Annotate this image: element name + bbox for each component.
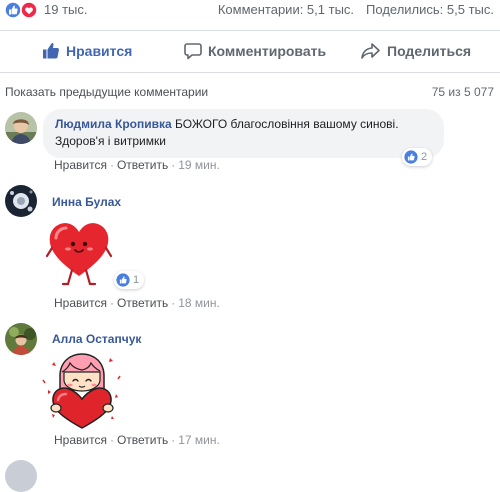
- like-label: Нравится: [66, 43, 133, 59]
- post-stats: Комментарии: 5,1 тыс. Поделились: 5,5 тыс…: [218, 2, 494, 17]
- divider: [0, 72, 500, 73]
- thumbs-up-icon: [43, 43, 59, 59]
- comment-like-link[interactable]: Нравится: [54, 296, 107, 310]
- share-label: Поделиться: [387, 43, 472, 59]
- reaction-icons[interactable]: [4, 1, 44, 19]
- comment-reply-link[interactable]: Ответить: [117, 158, 168, 172]
- share-icon: [361, 43, 380, 59]
- share-button[interactable]: Поделиться: [361, 41, 471, 61]
- comment-reply-link[interactable]: Ответить: [117, 296, 168, 310]
- comment-reaction-count[interactable]: 2: [402, 148, 433, 166]
- comment-meta: Нравится · Ответить · 18 мин.: [54, 296, 220, 310]
- show-previous-comments-link[interactable]: Показать предыдущие комментарии: [5, 85, 208, 99]
- comment-button[interactable]: Комментировать: [184, 41, 326, 61]
- avatar[interactable]: [5, 185, 37, 217]
- comment-author[interactable]: Инна Булах: [52, 195, 121, 209]
- comment-meta: Нравится · Ответить · 19 мин.: [54, 158, 220, 172]
- like-icon: [116, 273, 130, 287]
- comment-reply-link[interactable]: Ответить: [117, 433, 168, 447]
- comment-time[interactable]: 17 мин.: [178, 433, 220, 447]
- avatar[interactable]: [5, 460, 37, 492]
- comment-author[interactable]: Людмила Кропивка: [55, 117, 172, 131]
- comment-meta: Нравится · Ответить · 17 мин.: [54, 433, 220, 447]
- comment-like-link[interactable]: Нравится: [54, 433, 107, 447]
- comment-author[interactable]: Алла Остапчук: [52, 332, 141, 346]
- reaction-count[interactable]: 19 тыс.: [44, 2, 87, 17]
- divider: [0, 30, 500, 31]
- comment-reaction-count[interactable]: 1: [114, 271, 145, 289]
- love-icon: [20, 1, 38, 19]
- comments-count[interactable]: Комментарии: 5,1 тыс.: [218, 2, 354, 17]
- comment-bubble: Людмила Кропивка БОЖОГО благословіння ва…: [43, 109, 444, 158]
- like-button[interactable]: Нравится: [42, 41, 132, 61]
- comment-label: Комментировать: [208, 43, 327, 59]
- avatar[interactable]: [5, 112, 37, 144]
- comments-counter: 75 из 5 077: [431, 85, 494, 99]
- girl-hugging-heart-sticker: [40, 350, 124, 435]
- like-icon: [404, 150, 418, 164]
- reaction-number: 2: [421, 151, 428, 163]
- comment-icon: [184, 43, 202, 60]
- comment-time[interactable]: 19 мин.: [178, 158, 220, 172]
- comment-like-link[interactable]: Нравится: [54, 158, 107, 172]
- comment-time[interactable]: 18 мин.: [178, 296, 220, 310]
- avatar[interactable]: [5, 323, 37, 355]
- like-icon: [4, 1, 22, 19]
- reaction-number: 1: [133, 274, 140, 286]
- shares-count[interactable]: Поделились: 5,5 тыс.: [366, 2, 494, 17]
- heart-sticker: [45, 218, 113, 295]
